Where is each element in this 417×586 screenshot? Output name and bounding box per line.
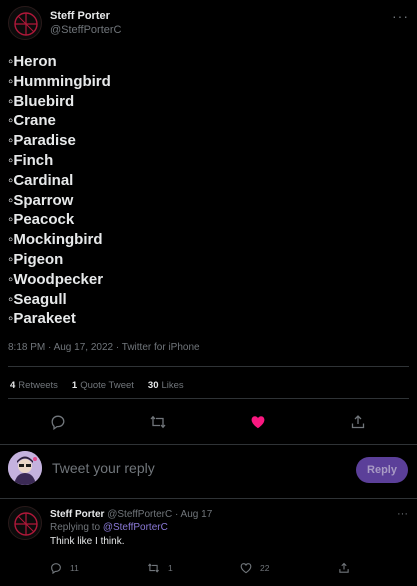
list-item: ◦Woodpecker: [8, 270, 104, 288]
list-item: ◦Finch: [8, 151, 54, 169]
author-avatar[interactable]: [8, 6, 42, 40]
reply-text: Think like I think.: [50, 536, 125, 547]
reply-handle-date[interactable]: @SteffPorterC · Aug 17: [107, 509, 212, 520]
replying-to-label: Replying to: [50, 522, 101, 533]
list-item: ◦Bluebird: [8, 92, 75, 110]
tweet-actions: [0, 410, 417, 434]
reply-like-button[interactable]: 22: [240, 562, 269, 574]
cartoon-avatar-icon: [8, 451, 42, 485]
list-item: ◦Parakeet: [8, 310, 76, 328]
replying-to: Replying to @SteffPorterC: [50, 521, 400, 535]
reply-button[interactable]: Reply: [356, 457, 408, 483]
divider: [0, 498, 417, 499]
list-item: ◦Seagull: [8, 290, 67, 308]
list-item: ◦Mockingbird: [8, 231, 103, 249]
reply-share-button[interactable]: [338, 562, 350, 574]
list-item: ◦Cardinal: [8, 171, 74, 189]
divider: [8, 366, 409, 367]
retweets-stat[interactable]: 4 Retweets: [10, 380, 58, 391]
like-count: 22: [260, 563, 270, 573]
tweet-text: ◦Heron ◦Hummingbird ◦Bluebird ◦Crane ◦Pa…: [8, 52, 111, 329]
reply-author-avatar[interactable]: [8, 506, 42, 540]
list-item: ◦Pigeon: [8, 250, 64, 268]
author-handle[interactable]: @SteffPorterC: [50, 23, 122, 37]
retweet-icon[interactable]: [146, 410, 170, 434]
share-icon[interactable]: [346, 410, 370, 434]
reply-icon: [51, 563, 61, 574]
reply-author-name[interactable]: Steff Porter: [50, 509, 104, 520]
reply-input[interactable]: [52, 460, 332, 476]
reply-count: 11: [70, 563, 79, 573]
list-item: ◦Heron: [8, 53, 57, 70]
list-item: ◦Hummingbird: [8, 72, 111, 90]
reply-composer: Reply: [8, 450, 408, 488]
retweet-icon: [148, 563, 159, 573]
tweet-author[interactable]: Steff Porter @SteffPorterC: [8, 6, 122, 40]
likes-stat[interactable]: 30 Likes: [148, 380, 184, 391]
more-options-icon[interactable]: ···: [392, 8, 409, 24]
avatar-sigil-icon: [14, 12, 38, 36]
retweet-count: 1: [168, 563, 173, 573]
reply-header: Steff Porter @SteffPorterC · Aug 17: [50, 508, 400, 521]
list-item: ◦Peacock: [8, 211, 75, 229]
reply-reply-button[interactable]: 11: [50, 562, 79, 574]
like-icon: [240, 563, 252, 574]
like-icon[interactable]: [246, 410, 270, 434]
list-item: ◦Sparrow: [8, 191, 74, 209]
share-icon: [339, 562, 349, 573]
quotes-stat[interactable]: 1 Quote Tweet: [72, 380, 134, 391]
current-user-avatar[interactable]: [8, 451, 42, 485]
author-display-name[interactable]: Steff Porter: [50, 9, 122, 23]
reply-actions: 11 1 22: [50, 562, 370, 578]
list-item: ◦Paradise: [8, 132, 76, 150]
divider: [8, 398, 409, 399]
list-item: ◦Crane: [8, 112, 56, 130]
more-options-icon[interactable]: ···: [397, 508, 408, 520]
replying-to-mention[interactable]: @SteffPorterC: [103, 522, 168, 533]
tweet-timestamp[interactable]: 8:18 PM · Aug 17, 2022 · Twitter for iPh…: [8, 342, 200, 353]
reply-retweet-button[interactable]: 1: [147, 562, 173, 574]
reply-icon[interactable]: [46, 410, 70, 434]
avatar-sigil-icon: [14, 512, 38, 536]
engagement-stats: 4 Retweets 1 Quote Tweet 30 Likes: [10, 380, 184, 391]
divider: [0, 444, 417, 445]
